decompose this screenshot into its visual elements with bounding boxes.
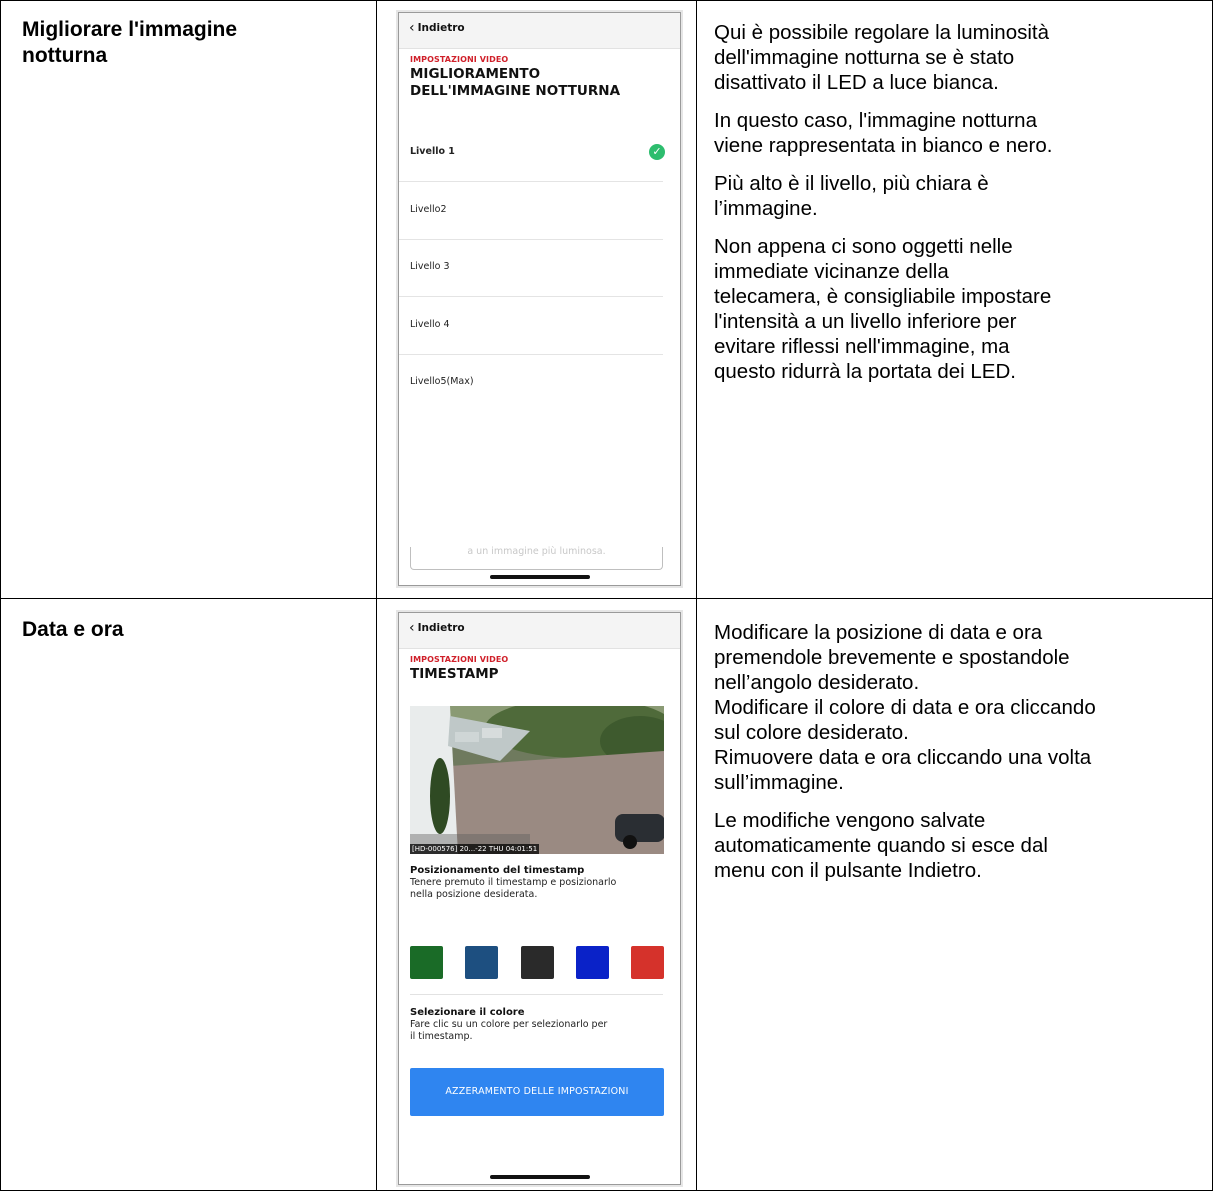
column-divider-2	[696, 0, 697, 1191]
page-title-line: MIGLIORAMENTO	[410, 66, 541, 82]
level-option-1[interactable]: Livello 1 ✓	[399, 124, 665, 182]
text-line: sull’immagine.	[714, 771, 844, 794]
table-border-top	[0, 0, 1213, 1]
hint-box: a un immagine più luminosa.	[410, 547, 663, 570]
text-line: automaticamente quando si esce dal	[714, 834, 1048, 857]
camera-preview[interactable]: [HD-000576] 20...-22 THU 04:01:51	[410, 706, 664, 854]
text-line: dell'immagine notturna se è stato	[714, 46, 1015, 69]
timestamp-overlay[interactable]: [HD-000576] 20...-22 THU 04:01:51	[410, 844, 540, 854]
level-label: Livello5(Max)	[410, 376, 474, 387]
home-indicator	[489, 1175, 590, 1179]
paragraph: Modificare la posizione di data e ora pr…	[714, 620, 1204, 795]
level-option-4[interactable]: Livello 4	[399, 297, 663, 355]
camera-scene-image	[410, 706, 664, 854]
level-option-3[interactable]: Livello 3	[399, 239, 663, 297]
text-line: Le modifiche vengono salvate	[714, 809, 986, 832]
color-swatch-red[interactable]	[631, 946, 664, 979]
home-indicator	[489, 575, 590, 579]
text-line: evitare riflessi nell'immagine, ma	[714, 335, 1010, 358]
reset-settings-button[interactable]: AZZERAMENTO DELLE IMPOSTAZIONI	[410, 1068, 664, 1116]
text-line: immediate vicinanze della	[714, 260, 949, 283]
color-text: Fare clic su un colore per selezionarlo …	[410, 1019, 670, 1043]
phone-screenshot-night-image: ‹ Indietro IMPOSTAZIONI VIDEO MIGLIORAME…	[398, 12, 681, 586]
column-divider-1	[376, 0, 377, 1191]
level-label: Livello 3	[410, 261, 450, 272]
hint-text: a un immagine più luminosa.	[467, 546, 606, 557]
position-text: Tenere premuto il timestamp e posizionar…	[410, 877, 670, 901]
section-kicker: IMPOSTAZIONI VIDEO	[410, 55, 509, 64]
text-line: l'intensità a un livello inferiore per	[714, 310, 1017, 333]
page-title: TIMESTAMP	[410, 666, 499, 682]
color-swatch-steel-blue[interactable]	[465, 946, 498, 979]
text-line: Non appena ci sono oggetti nelle	[714, 235, 1013, 258]
position-heading: Posizionamento del timestamp	[410, 865, 585, 876]
back-button[interactable]: ‹ Indietro	[409, 20, 465, 36]
color-heading: Selezionare il colore	[410, 1007, 525, 1018]
text-line: nell’angolo desiderato.	[714, 671, 920, 694]
page-title-line: DELL'IMMAGINE NOTTURNA	[410, 83, 621, 99]
row-title-date-time: Data e ora	[22, 618, 124, 641]
text-line: Modificare il colore di data e ora clicc…	[714, 696, 1096, 719]
phone-screenshot-timestamp: ‹ Indietro IMPOSTAZIONI VIDEO TIMESTAMP	[398, 612, 681, 1185]
text-line: telecamera, è consigliabile impostare	[714, 285, 1052, 308]
level-option-2[interactable]: Livello2	[399, 182, 663, 240]
text-line: Qui è possibile regolare la luminosità	[714, 21, 1050, 44]
nav-bar: ‹ Indietro	[399, 613, 680, 649]
text-line: Tenere premuto il timestamp e posizionar…	[410, 877, 617, 888]
row-description-night-image: Qui è possibile regolare la luminosità d…	[714, 20, 1204, 397]
text-line: il timestamp.	[410, 1031, 473, 1042]
color-swatch-green[interactable]	[410, 946, 443, 979]
text-line: l’immagine.	[714, 197, 818, 220]
divider	[410, 994, 663, 995]
row-divider	[0, 598, 1213, 599]
paragraph: Più alto è il livello, più chiara è l’im…	[714, 171, 1204, 221]
nav-bar: ‹ Indietro	[399, 13, 680, 49]
color-swatch-blue[interactable]	[576, 946, 609, 979]
row-description-date-time: Modificare la posizione di data e ora pr…	[714, 620, 1204, 896]
page-title: MIGLIORAMENTO DELL'IMMAGINE NOTTURNA	[410, 66, 620, 100]
level-option-5[interactable]: Livello5(Max)	[399, 354, 663, 411]
level-label: Livello 4	[410, 319, 450, 330]
text-line: Fare clic su un colore per selezionarlo …	[410, 1019, 608, 1030]
text-line: Rimuovere data e ora cliccando una volta	[714, 746, 1092, 769]
document-table: Migliorare l'immagine notturna ‹ Indietr…	[0, 0, 1213, 1191]
back-label: Indietro	[417, 622, 465, 634]
text-line: Modificare la posizione di data e ora	[714, 621, 1043, 644]
text-line: In questo caso, l'immagine notturna	[714, 109, 1037, 132]
table-border-left	[0, 0, 1, 1191]
text-line: questo ridurrà la portata dei LED.	[714, 360, 1016, 383]
back-button[interactable]: ‹ Indietro	[409, 620, 465, 636]
text-line: disattivato il LED a luce bianca.	[714, 71, 999, 94]
chevron-left-icon: ‹	[409, 20, 415, 36]
text-line: nella posizione desiderata.	[410, 889, 538, 900]
text-line: premendole brevemente e spostandole	[714, 646, 1070, 669]
paragraph: Le modifiche vengono salvate automaticam…	[714, 808, 1204, 883]
row-title-line: notturna	[22, 44, 108, 67]
text-line: menu con il pulsante Indietro.	[714, 859, 982, 882]
paragraph: Non appena ci sono oggetti nelle immedia…	[714, 234, 1204, 384]
row-title-night-image: Migliorare l'immagine notturna	[22, 17, 362, 69]
text-line: Più alto è il livello, più chiara è	[714, 172, 989, 195]
chevron-left-icon: ‹	[409, 620, 415, 636]
back-label: Indietro	[417, 22, 465, 34]
text-line: sul colore desiderato.	[714, 721, 909, 744]
color-swatch-black[interactable]	[521, 946, 554, 979]
paragraph: In questo caso, l'immagine notturna vien…	[714, 108, 1204, 158]
paragraph: Qui è possibile regolare la luminosità d…	[714, 20, 1204, 95]
level-label: Livello 1	[410, 146, 455, 157]
row-title-line: Migliorare l'immagine	[22, 18, 238, 41]
level-label: Livello2	[410, 204, 447, 215]
text-line: viene rappresentata in bianco e nero.	[714, 134, 1053, 157]
section-kicker: IMPOSTAZIONI VIDEO	[410, 655, 509, 664]
check-circle-icon: ✓	[649, 144, 665, 160]
